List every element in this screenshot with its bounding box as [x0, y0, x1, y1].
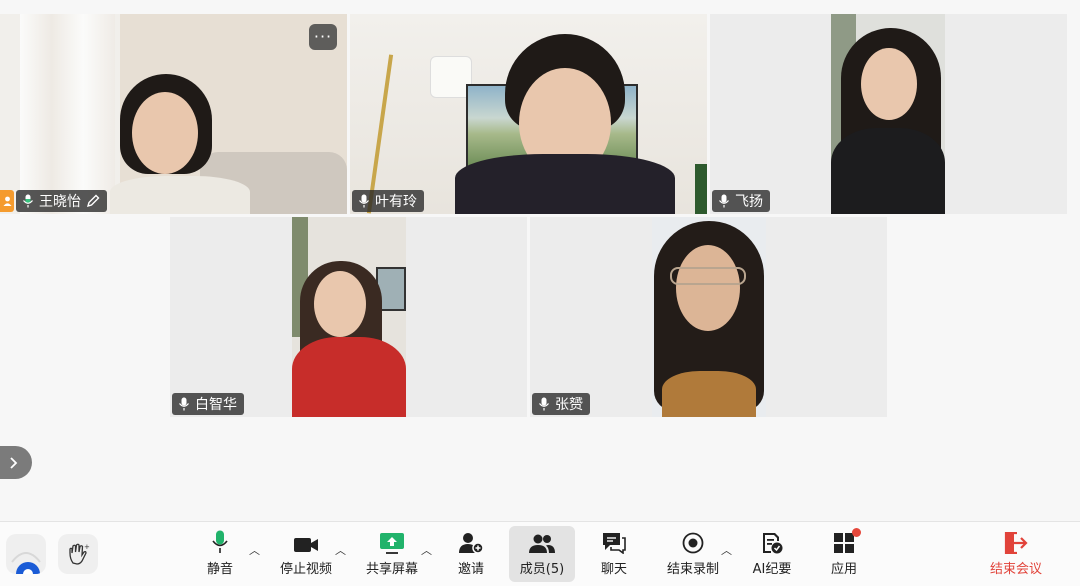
apps-grid-icon [834, 533, 854, 553]
participant-figure [110, 74, 250, 214]
participant-nametag: 叶有玲 [352, 190, 424, 212]
share-screen-icon [380, 533, 404, 554]
participant-figure [831, 28, 945, 214]
participant-name: 叶有玲 [375, 194, 417, 210]
participant-figure [455, 34, 675, 214]
record-stop-icon [682, 532, 704, 554]
ai-minutes-button[interactable]: AI纪要 [748, 528, 796, 584]
chat-icon [603, 533, 626, 554]
video-tile-host[interactable]: ··· 王晓怡 [0, 14, 347, 214]
stop-recording-button[interactable]: 结束录制 [663, 528, 723, 584]
video-camera-icon [294, 538, 318, 552]
meeting-toolbar: + 静音 ︿ 停止视频 ︿ 共享屏幕 ︿ 邀请 成员(5) 聊天 结束录制 ︿ … [0, 521, 1080, 586]
notification-dot [852, 528, 861, 537]
mute-options-caret[interactable]: ︿ [249, 542, 260, 558]
edit-name-icon[interactable] [86, 194, 100, 208]
members-button[interactable]: 成员(5) [509, 526, 575, 582]
add-person-icon [459, 533, 484, 554]
participant-name: 白智华 [195, 397, 237, 413]
apps-button[interactable]: 应用 [823, 528, 865, 584]
video-tile[interactable]: 叶有玲 [350, 14, 707, 214]
video-options-caret[interactable]: ︿ [335, 542, 346, 558]
participant-nametag: 飞扬 [712, 190, 770, 212]
participant-name: 王晓怡 [39, 194, 81, 210]
participant-nametag: 张赟 [532, 393, 590, 415]
video-feed [831, 14, 945, 214]
svg-text:+: + [84, 543, 90, 551]
mic-icon [212, 530, 228, 553]
mic-speaking-icon [23, 194, 33, 208]
mic-icon [719, 194, 729, 208]
raise-hand-button[interactable]: + [58, 534, 98, 574]
participant-figure [652, 221, 766, 417]
participant-figure [292, 261, 406, 417]
invite-button[interactable]: 邀请 [448, 528, 494, 584]
mic-icon [179, 397, 189, 411]
app-logo-icon [11, 552, 41, 574]
expand-panel-button[interactable] [0, 446, 32, 479]
video-tile[interactable]: 飞扬 [710, 14, 1067, 214]
participant-nametag: 白智华 [172, 393, 244, 415]
share-options-caret[interactable]: ︿ [421, 542, 432, 558]
host-badge-icon [0, 190, 14, 212]
share-screen-button[interactable]: 共享屏幕 [362, 528, 422, 584]
video-tile[interactable]: 白智华 [170, 217, 527, 417]
plant-graphic [695, 164, 707, 214]
exit-icon [1004, 532, 1028, 554]
stop-video-button[interactable]: 停止视频 [276, 528, 336, 584]
video-feed [292, 217, 406, 417]
end-meeting-button[interactable]: 结束会议 [985, 528, 1047, 584]
mute-button[interactable]: 静音 [196, 528, 244, 584]
video-feed [652, 217, 766, 417]
video-tile[interactable]: 张赟 [530, 217, 887, 417]
tile-more-button[interactable]: ··· [309, 24, 337, 50]
participant-nametag: 王晓怡 [16, 190, 107, 212]
raise-hand-icon: + [69, 543, 90, 565]
mic-icon [359, 194, 369, 208]
participant-name: 飞扬 [735, 194, 763, 210]
ai-notes-icon [763, 533, 783, 554]
chevron-right-icon [10, 456, 18, 469]
mic-icon [539, 397, 549, 411]
chat-button[interactable]: 聊天 [593, 528, 635, 584]
recording-options-caret[interactable]: ︿ [721, 542, 732, 558]
participant-name: 张赟 [555, 397, 583, 413]
curtain-graphic [20, 14, 115, 214]
members-icon [529, 534, 555, 553]
network-status-button[interactable] [6, 534, 46, 574]
